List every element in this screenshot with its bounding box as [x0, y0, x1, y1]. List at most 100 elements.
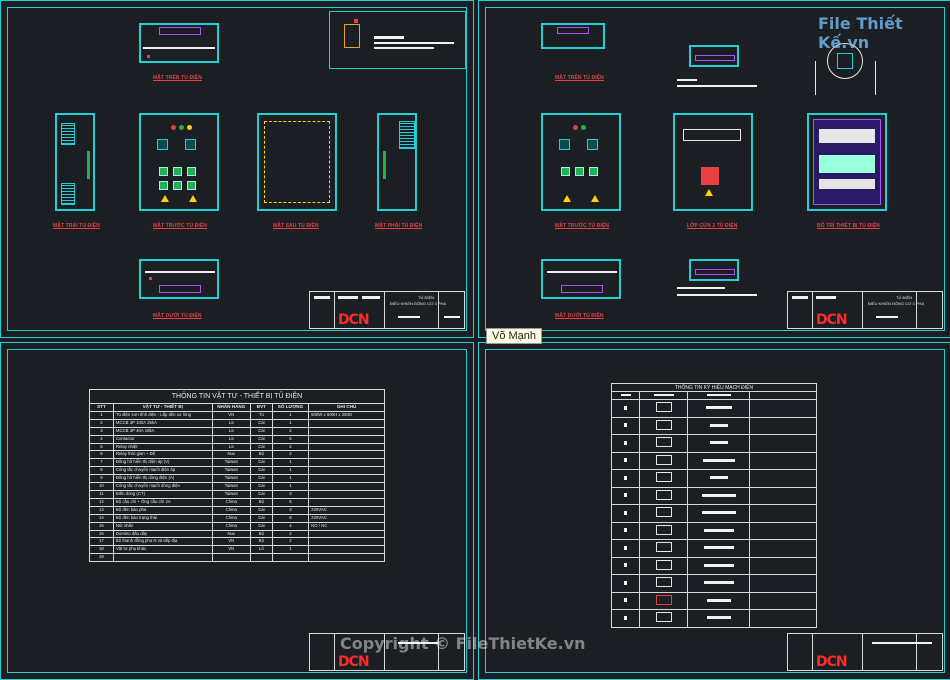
symbol-cell	[610, 591, 641, 610]
symbol-row	[610, 574, 817, 593]
symbol-cell	[639, 416, 689, 435]
table-cell: Taiwan	[211, 466, 251, 476]
symbol-cell	[610, 504, 641, 523]
table-cell	[308, 489, 385, 499]
cabinet-bottom-view	[139, 259, 219, 299]
table-cell: Relay nhiệt	[112, 442, 213, 452]
table-row: 17 Bộ thanh đồng pha N và tiếp địa VN Bộ 2	[89, 537, 385, 547]
symbol-row	[610, 434, 817, 453]
table-cell	[271, 553, 310, 563]
table-cell: 1	[271, 545, 310, 555]
table-cell: 14	[89, 513, 114, 523]
door-bottom-view	[689, 259, 739, 281]
table-cell	[308, 434, 385, 444]
table-row: 12 Bộ cầu chì + Ống cầu chì 2A China Bộ 5	[89, 497, 385, 507]
label-top-view: MẶT TRÊN TỦ ĐIỆN	[153, 75, 202, 81]
table-row: 9 Đồng hồ hiển thị dòng điện (A) Taiwan Cái…	[89, 474, 385, 484]
table-cell: Bộ	[249, 450, 273, 460]
table-cell	[308, 466, 385, 476]
table-cell	[308, 474, 385, 484]
table-cell: Cái	[249, 426, 273, 436]
table-cell: Đồng hồ hiển thị dòng điện (A)	[112, 474, 213, 484]
table-cell: 1	[271, 458, 310, 468]
table-cell	[308, 497, 385, 507]
table-cell: VN	[211, 410, 251, 420]
table-cell: 3	[271, 489, 310, 499]
table-cell	[308, 418, 385, 428]
table-row: 19	[89, 553, 385, 563]
symbol-cell	[639, 451, 689, 470]
table-cell: NO / NC	[308, 521, 385, 531]
titleblock-2-line1: TỦ ĐIỆN	[896, 295, 912, 300]
notes-box	[329, 11, 466, 69]
symbol-row	[610, 556, 817, 575]
table-cell: LS	[211, 426, 251, 436]
table-cell: 3	[89, 426, 114, 436]
symbol-cell	[639, 504, 689, 523]
table-cell: Cái	[249, 521, 273, 531]
table-cell	[308, 553, 385, 563]
table-cell: Nux	[211, 529, 251, 539]
symbol-cell	[610, 416, 641, 435]
symbol-cell	[749, 574, 817, 593]
symbol-cell	[610, 434, 641, 453]
symbol-row	[610, 504, 817, 523]
symbol-cell	[687, 504, 751, 523]
table-cell: Nux	[211, 450, 251, 460]
table-cell	[308, 537, 385, 547]
table-cell: 1	[89, 410, 114, 420]
symbol-table: THÔNG TIN KÝ HIỆU MẠCH ĐIỆN	[610, 383, 817, 628]
table-cell: 1	[271, 482, 310, 491]
drawing-sheet-3: THÔNG TIN VẬT TƯ - THIẾT BỊ TỦ ĐIỆN STT …	[0, 342, 474, 680]
table-cell: Công tắc chuyển mạch điện áp	[112, 466, 213, 476]
symbol-cell	[610, 556, 641, 575]
material-table-title: THÔNG TIN VẬT TƯ - THIẾT BỊ TỦ ĐIỆN	[89, 389, 385, 404]
symbol-cell	[687, 539, 751, 558]
table-cell	[249, 553, 273, 563]
symbol-cell	[639, 521, 689, 540]
table-cell: 2	[271, 529, 310, 539]
table-cell	[308, 458, 385, 468]
table-cell: 15	[89, 521, 114, 531]
label-bottom-view-2: MẶT DƯỚI TỦ ĐIỆN	[555, 313, 604, 319]
table-cell: Taiwan	[211, 489, 251, 499]
symbol-cell	[749, 539, 817, 558]
symbol-cell	[749, 504, 817, 523]
table-cell: 1	[271, 418, 310, 428]
cabinet-equipment-layout	[807, 113, 887, 211]
symbol-cell	[687, 556, 751, 575]
table-cell: Cái	[249, 458, 273, 468]
label-back-view: MẶT SAU TỦ ĐIỆN	[273, 223, 319, 229]
table-cell: 5	[271, 497, 310, 507]
table-row: 11 Biến dòng (CT) Taiwan Cái 3	[89, 489, 385, 499]
table-cell: Lô	[249, 545, 273, 555]
symbol-cell	[639, 469, 689, 488]
table-cell: China	[211, 505, 251, 515]
titleblock-line2: ĐIỀU KHIỂN ĐỘNG CƠ 3 PHA	[390, 301, 447, 306]
table-row: 16 Domino đấu dây Nux Bộ 2	[89, 529, 385, 539]
table-cell: 13	[89, 505, 114, 515]
table-cell: 220VAC	[308, 513, 385, 523]
symbol-row	[610, 416, 817, 435]
table-row: 18 Vật tư phụ khác VN Lô 1	[89, 545, 385, 555]
table-cell: Cái	[249, 418, 273, 428]
table-cell: Cái	[249, 442, 273, 452]
table-cell: 11	[89, 489, 114, 499]
table-cell: Cái	[249, 434, 273, 444]
table-cell: Bộ đèn báo trạng thái	[112, 513, 213, 523]
table-cell: China	[211, 497, 251, 507]
symbol-cell	[687, 486, 751, 505]
table-cell: Relay thời gian + Đế	[112, 450, 213, 460]
symbol-cell	[639, 574, 689, 593]
label-top-view-2: MẶT TRÊN TỦ ĐIỆN	[555, 75, 604, 81]
table-cell: 6	[271, 434, 310, 444]
symbol-cell	[749, 399, 817, 418]
author-badge[interactable]: Võ Mạnh	[486, 328, 543, 344]
table-row: 8 Công tắc chuyển mạch điện áp Taiwan Cái 1	[89, 466, 385, 476]
table-cell: Cái	[249, 489, 273, 499]
symbol-row	[610, 591, 817, 610]
symbol-cell	[639, 539, 689, 558]
table-cell: 12	[89, 497, 114, 507]
table-cell: Vật tư phụ khác	[112, 545, 213, 555]
copyright-watermark-text: Copyright © FileThietKe.vn	[340, 634, 586, 653]
